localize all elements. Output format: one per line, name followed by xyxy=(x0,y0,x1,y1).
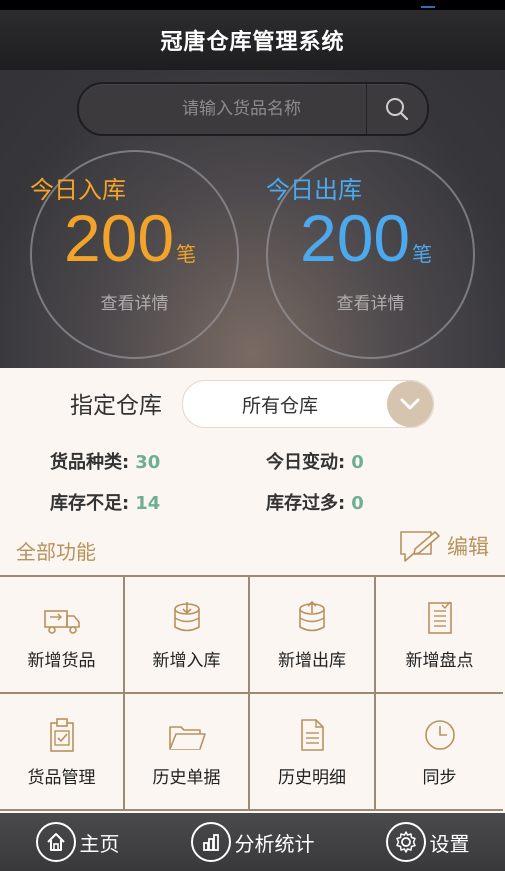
nav-home-label: 主页 xyxy=(79,831,120,856)
edit-button[interactable]: 编辑 xyxy=(397,528,489,564)
func-history-details[interactable]: 历史明细 xyxy=(250,694,376,811)
document-icon xyxy=(301,719,324,751)
box-out-icon xyxy=(299,600,325,632)
func-label: 新增盘点 xyxy=(405,651,474,671)
nav-analytics-label: 分析统计 xyxy=(234,831,315,856)
stat-low-value: 14 xyxy=(135,493,161,514)
hero-panel: 今日入库 200笔 查看详情 今日出库 200笔 查看详情 xyxy=(0,70,505,368)
box-in-icon xyxy=(173,602,200,632)
stat-types-value: 30 xyxy=(135,452,161,473)
stat-high: 库存过多: 0 xyxy=(266,489,364,515)
today-out-unit: 笔 xyxy=(412,244,433,266)
status-bar xyxy=(0,0,505,10)
function-grid: 新增货品 新增入库 新增出库 新增盘点 货品管理 历史单据 历史明细 同步 xyxy=(0,575,505,811)
clipboard-check-icon xyxy=(49,718,74,752)
search-button[interactable] xyxy=(366,84,427,134)
gear-icon xyxy=(385,822,426,862)
status-icon xyxy=(421,0,435,8)
stat-changes-label: 今日变动: xyxy=(266,452,346,473)
info-panel: 指定仓库 所有仓库 货品种类: 30 今日变动: 0 库存不足: 14 库存过多: 0 xyxy=(0,368,505,813)
func-label: 新增出库 xyxy=(278,651,346,671)
clock-icon xyxy=(424,720,455,750)
truck-icon xyxy=(43,610,80,634)
checklist-icon xyxy=(427,601,452,634)
func-history-docs[interactable]: 历史单据 xyxy=(125,694,250,811)
today-in-value-wrap: 200 笔 xyxy=(64,200,196,276)
nav-settings[interactable]: 设置 xyxy=(385,822,470,862)
warehouse-select[interactable]: 所有仓库 xyxy=(182,380,434,428)
nav-home[interactable]: 主页 xyxy=(35,822,120,862)
func-add-out[interactable]: 新增出库 xyxy=(250,577,376,694)
func-label: 新增入库 xyxy=(152,651,221,671)
stat-high-value: 0 xyxy=(351,493,364,514)
bottom-nav: 主页 分析统计 设置 xyxy=(0,813,505,871)
today-out-detail-link[interactable]: 查看详情 xyxy=(268,289,473,314)
func-goods-manage[interactable]: 货品管理 xyxy=(0,694,125,811)
bar-chart-icon xyxy=(190,822,231,862)
today-out-value-wrap: 200 笔 xyxy=(300,200,432,276)
func-label: 历史单据 xyxy=(152,768,221,788)
edit-label: 编辑 xyxy=(447,535,489,559)
today-out-circle[interactable]: 今日出库 200 笔 查看详情 xyxy=(266,150,475,359)
search-icon xyxy=(386,98,409,121)
today-in-circle[interactable]: 今日入库 200 笔 查看详情 xyxy=(30,150,239,359)
func-add-in[interactable]: 新增入库 xyxy=(125,577,250,694)
home-icon xyxy=(35,822,76,862)
today-in-value: 200 xyxy=(64,201,175,275)
stat-low: 库存不足: 14 xyxy=(50,489,160,515)
nav-analytics[interactable]: 分析统计 xyxy=(190,822,315,862)
today-in-detail-link[interactable]: 查看详情 xyxy=(32,289,237,314)
stat-types-label: 货品种类: xyxy=(50,452,130,473)
func-sync[interactable]: 同步 xyxy=(376,694,503,811)
title-bar: 冠唐仓库管理系统 xyxy=(0,10,505,70)
today-out-value: 200 xyxy=(300,201,411,275)
stat-low-label: 库存不足: xyxy=(50,493,130,514)
nav-settings-label: 设置 xyxy=(429,831,470,856)
stat-high-label: 库存过多: xyxy=(266,493,346,514)
func-add-stocktake[interactable]: 新增盘点 xyxy=(376,577,503,694)
warehouse-label: 指定仓库 xyxy=(70,393,162,419)
func-label: 货品管理 xyxy=(27,768,96,788)
func-label: 历史明细 xyxy=(278,768,346,788)
stat-types: 货品种类: 30 xyxy=(50,448,160,474)
edit-icon xyxy=(400,531,440,562)
search-input[interactable] xyxy=(79,83,366,135)
search-bar xyxy=(77,82,429,136)
func-add-goods[interactable]: 新增货品 xyxy=(0,577,125,694)
stat-changes-value: 0 xyxy=(351,452,364,473)
func-label: 同步 xyxy=(422,768,457,788)
func-label: 新增货品 xyxy=(27,651,96,671)
app-root: 冠唐仓库管理系统 今日入库 200笔 查看详情 今日出库 200笔 查看详情 指… xyxy=(0,0,505,871)
functions-title: 全部功能 xyxy=(16,540,96,564)
warehouse-selected: 所有仓库 xyxy=(241,394,318,417)
today-in-unit: 笔 xyxy=(176,244,197,266)
stat-changes: 今日变动: 0 xyxy=(266,448,364,474)
functions-header: 全部功能 编辑 xyxy=(0,526,505,566)
warehouse-row: 指定仓库 所有仓库 xyxy=(0,376,505,428)
app-title: 冠唐仓库管理系统 xyxy=(160,30,345,55)
chevron-down-icon[interactable] xyxy=(387,381,433,427)
folder-icon xyxy=(168,726,206,750)
